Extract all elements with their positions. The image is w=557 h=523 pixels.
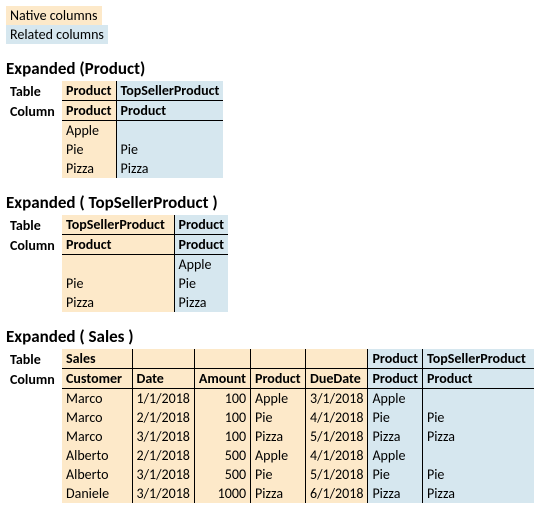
legend: Native columns Related columns bbox=[6, 6, 551, 44]
table-row: Daniele3/1/20181000Pizza6/1/2018PizzaPiz… bbox=[6, 484, 534, 503]
table-row: PiePie bbox=[6, 274, 228, 293]
table-row: PizzaPizza bbox=[6, 159, 223, 178]
title-sales: Expanded ( Sales ) bbox=[6, 326, 551, 347]
section-topseller: Expanded ( TopSellerProduct ) Table TopS… bbox=[6, 192, 551, 312]
legend-related: Related columns bbox=[6, 25, 108, 44]
table-sales: Table Sales Product TopSellerProduct Col… bbox=[6, 349, 534, 503]
hdr-t1-1-col: Product bbox=[116, 101, 223, 121]
table-product: Table Product TopSellerProduct Column Pr… bbox=[6, 81, 223, 178]
table-row: Marco1/1/2018100Apple3/1/2018Apple bbox=[6, 389, 534, 409]
title-topseller: Expanded ( TopSellerProduct ) bbox=[6, 192, 551, 213]
table-row: Marco2/1/2018100Pie4/1/2018PiePie bbox=[6, 408, 534, 427]
section-product: Expanded (Product) Table Product TopSell… bbox=[6, 58, 551, 178]
section-sales: Expanded ( Sales ) Table Sales Product T… bbox=[6, 326, 551, 503]
table-row: Marco3/1/2018100Pizza5/1/2018PizzaPizza bbox=[6, 427, 534, 446]
row-label-column: Column bbox=[6, 101, 62, 121]
table-row: Alberto2/1/2018500Apple4/1/2018Apple bbox=[6, 446, 534, 465]
table-row: Apple bbox=[6, 121, 223, 141]
hdr-t1-0-table: Product bbox=[62, 81, 116, 101]
table-topseller: Table TopSellerProduct Product Column Pr… bbox=[6, 215, 228, 312]
table-row: PizzaPizza bbox=[6, 293, 228, 312]
legend-native: Native columns bbox=[6, 6, 102, 25]
title-product: Expanded (Product) bbox=[6, 58, 551, 79]
row-label-table: Table bbox=[6, 81, 62, 101]
hdr-t1-0-col: Product bbox=[62, 101, 116, 121]
table-row: Apple bbox=[6, 255, 228, 275]
hdr-t1-1-table: TopSellerProduct bbox=[116, 81, 223, 101]
table-row: PiePie bbox=[6, 140, 223, 159]
table-row: Alberto3/1/2018500Pie5/1/2018PiePie bbox=[6, 465, 534, 484]
